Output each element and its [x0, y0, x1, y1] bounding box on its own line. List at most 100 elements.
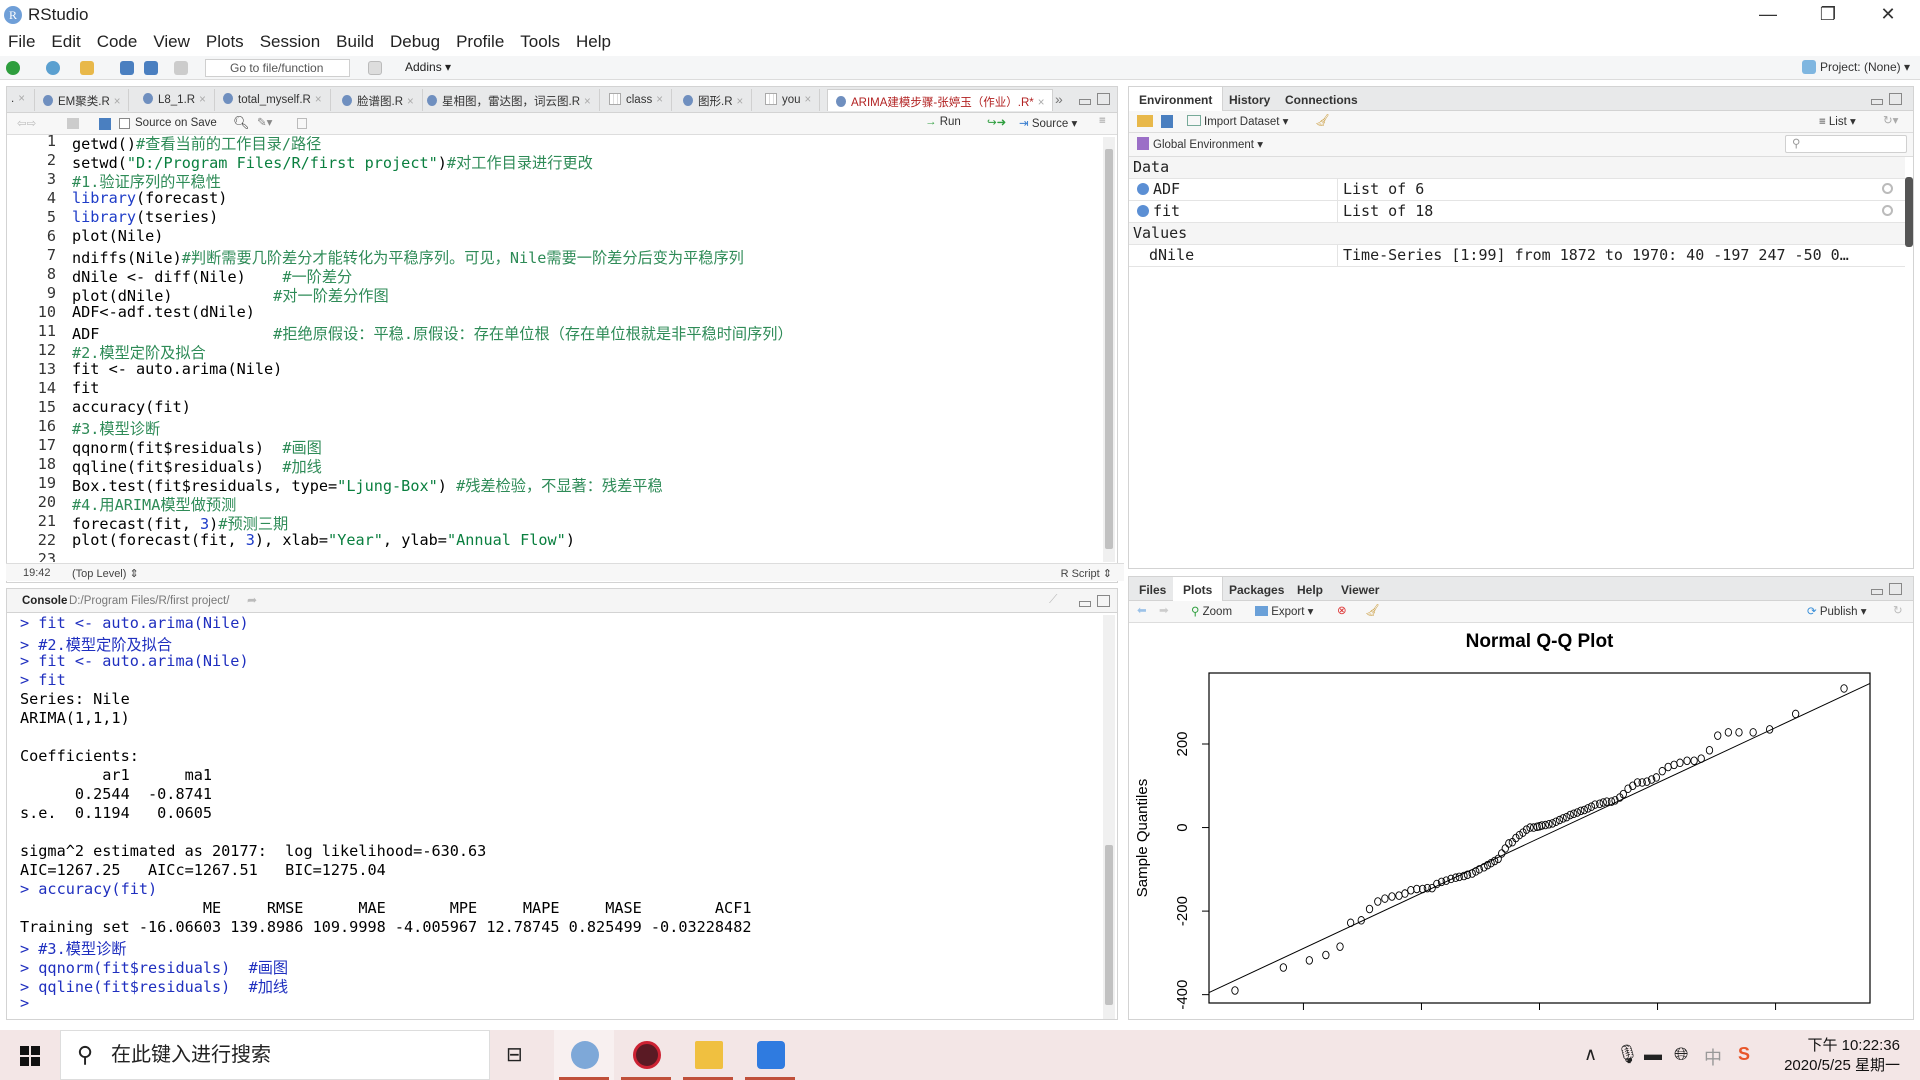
tab-packages[interactable]: Packages — [1219, 577, 1294, 601]
menu-build[interactable]: Build — [336, 30, 374, 54]
go-to-directory-icon[interactable]: ➦ — [247, 593, 257, 607]
microphone-icon[interactable]: 🎙︎ — [1616, 1044, 1639, 1065]
network-icon[interactable]: 🌐︎ — [1674, 1044, 1688, 1065]
open-file-icon[interactable] — [80, 61, 94, 75]
menu-help[interactable]: Help — [576, 30, 611, 54]
maximize-pane-icon[interactable] — [1889, 583, 1902, 595]
minimize-pane-icon[interactable] — [1079, 601, 1091, 607]
find-replace-icon[interactable]: 🔍︎ — [233, 115, 250, 131]
expand-icon[interactable] — [1137, 205, 1149, 217]
taskbar-wps[interactable] — [740, 1030, 800, 1080]
editor-tab[interactable]: EM聚类.R × — [35, 89, 130, 111]
print-icon[interactable] — [174, 61, 188, 75]
layout-icon[interactable] — [368, 61, 382, 75]
zoom-button[interactable]: ⚲ Zoom — [1191, 604, 1232, 618]
code-tools-icon[interactable]: ✎▾ — [257, 115, 272, 129]
environment-scrollbar[interactable] — [1905, 177, 1913, 247]
view-data-icon[interactable] — [1882, 205, 1893, 216]
import-dataset-button[interactable]: Import Dataset ▾ — [1187, 114, 1288, 128]
close-tab-icon[interactable]: × — [1038, 97, 1045, 109]
project-menu[interactable]: Project: (None) ▾ — [1801, 60, 1910, 74]
editor-tab[interactable]: you × — [757, 89, 821, 111]
menu-debug[interactable]: Debug — [390, 30, 440, 54]
menu-tools[interactable]: Tools — [520, 30, 560, 54]
save-icon[interactable] — [120, 61, 134, 75]
clear-objects-broom-icon[interactable]: 🧹︎ — [1315, 113, 1330, 127]
publish-button[interactable]: ⟳ Publish ▾ — [1807, 604, 1867, 618]
expand-icon[interactable] — [1137, 183, 1149, 195]
previous-plot-icon[interactable]: ⬅ — [1137, 603, 1147, 617]
ime-indicator[interactable]: 中 — [1704, 1044, 1722, 1070]
source-on-save-checkbox[interactable] — [119, 118, 130, 129]
show-in-window-icon[interactable] — [67, 118, 79, 129]
windows-start-icon[interactable] — [20, 1046, 40, 1066]
menu-profile[interactable]: Profile — [456, 30, 504, 54]
new-project-icon[interactable] — [46, 61, 60, 75]
addins-dropdown[interactable]: Addins ▾ — [405, 60, 451, 74]
remove-plot-icon[interactable]: ⊗ — [1337, 603, 1347, 617]
editor-tab[interactable]: L8_1.R × — [135, 89, 215, 111]
editor-tab[interactable]: 星相图，雷达图，词云图.R × — [419, 89, 600, 111]
battery-icon[interactable]: ▬ — [1644, 1044, 1662, 1065]
editor-tab[interactable]: 脸谱图.R × — [334, 89, 423, 111]
close-tab-icon[interactable]: × — [315, 94, 322, 106]
minimize-pane-icon[interactable] — [1871, 99, 1883, 105]
refresh-icon[interactable]: ↻▾ — [1883, 113, 1898, 127]
editor-tab-active[interactable]: ARIMA建模步骤-张婷玉（作业）.R* × — [827, 89, 1054, 111]
close-tab-icon[interactable]: × — [656, 94, 663, 106]
minimize-button[interactable]: — — [1740, 0, 1796, 30]
editor-tab[interactable]: total_myself.R × — [215, 89, 331, 111]
export-button[interactable]: Export ▾ — [1255, 604, 1313, 618]
close-tab-icon[interactable]: × — [407, 96, 414, 108]
maximize-pane-icon[interactable] — [1889, 93, 1902, 105]
environment-row[interactable]: fit List of 18 — [1129, 201, 1905, 223]
back-forward-icon[interactable]: ⇦⇨ — [17, 116, 36, 130]
menu-plots[interactable]: Plots — [206, 30, 244, 54]
maximize-pane-icon[interactable] — [1097, 93, 1110, 105]
scope-selector[interactable]: (Top Level) ⇕ — [72, 567, 139, 580]
console-title[interactable]: Console — [22, 595, 67, 607]
close-tab-icon[interactable]: × — [737, 96, 744, 108]
environment-row[interactable]: dNile Time-Series [1:99] from 1872 to 197… — [1129, 245, 1905, 267]
close-button[interactable]: ✕ — [1860, 0, 1916, 30]
close-tab-icon[interactable]: × — [199, 94, 206, 106]
more-tabs-icon[interactable]: » — [1055, 91, 1063, 107]
taskbar-search-input[interactable]: ⚲ 在此键入进行搜索 — [60, 1030, 490, 1080]
taskbar-rstudio[interactable] — [554, 1030, 614, 1080]
minimize-pane-icon[interactable] — [1871, 589, 1883, 595]
save-all-icon[interactable] — [144, 61, 158, 75]
tab-history[interactable]: History — [1219, 87, 1280, 111]
clear-console-icon[interactable]: ⟋ — [1049, 592, 1057, 607]
show-hidden-icons[interactable]: ∧ — [1584, 1044, 1597, 1065]
menu-view[interactable]: View — [153, 30, 190, 54]
menu-code[interactable]: Code — [97, 30, 138, 54]
tab-scroll-left[interactable]: . × — [7, 89, 35, 111]
refresh-plot-icon[interactable]: ↻ — [1893, 603, 1903, 617]
close-tab-icon[interactable]: × — [584, 96, 591, 108]
editor-tab[interactable]: class × — [601, 89, 672, 111]
tab-help[interactable]: Help — [1287, 577, 1333, 601]
environment-row[interactable]: ADF List of 6 — [1129, 179, 1905, 201]
taskbar-app-a[interactable] — [616, 1030, 676, 1080]
sogou-ime-icon[interactable]: S — [1738, 1044, 1750, 1065]
editor-tab[interactable]: 图形.R × — [675, 89, 753, 111]
tab-files[interactable]: Files — [1129, 577, 1176, 601]
taskbar-file-explorer[interactable] — [678, 1030, 738, 1080]
minimize-pane-icon[interactable] — [1079, 99, 1091, 105]
run-button[interactable]: → Run — [925, 116, 961, 128]
outline-icon[interactable]: ≡ — [1099, 115, 1106, 127]
global-environment-dropdown[interactable]: Global Environment ▾ — [1137, 137, 1263, 151]
file-type-selector[interactable]: R Script ⇕ — [1061, 567, 1112, 580]
compile-report-icon[interactable] — [297, 118, 307, 129]
restore-button[interactable]: ❐ — [1800, 0, 1856, 30]
menu-session[interactable]: Session — [260, 30, 320, 54]
code-editor[interactable]: 1 getwd()#查看当前的工作目录/路径 2 setwd("D:/Program … — [6, 132, 1111, 562]
source-button[interactable]: ⇥ Source ▾ — [1019, 116, 1077, 130]
tab-plots[interactable]: Plots — [1173, 577, 1224, 601]
menu-edit[interactable]: Edit — [51, 30, 80, 54]
task-view-icon[interactable]: ⊟ — [506, 1042, 523, 1067]
clock[interactable]: 下午 10:22:36 2020/5/25 星期一 — [1784, 1036, 1900, 1076]
go-to-file-input[interactable]: Go to file/function — [205, 59, 350, 77]
view-mode-dropdown[interactable]: ≡ List ▾ — [1819, 114, 1856, 128]
load-workspace-icon[interactable] — [1137, 115, 1153, 127]
